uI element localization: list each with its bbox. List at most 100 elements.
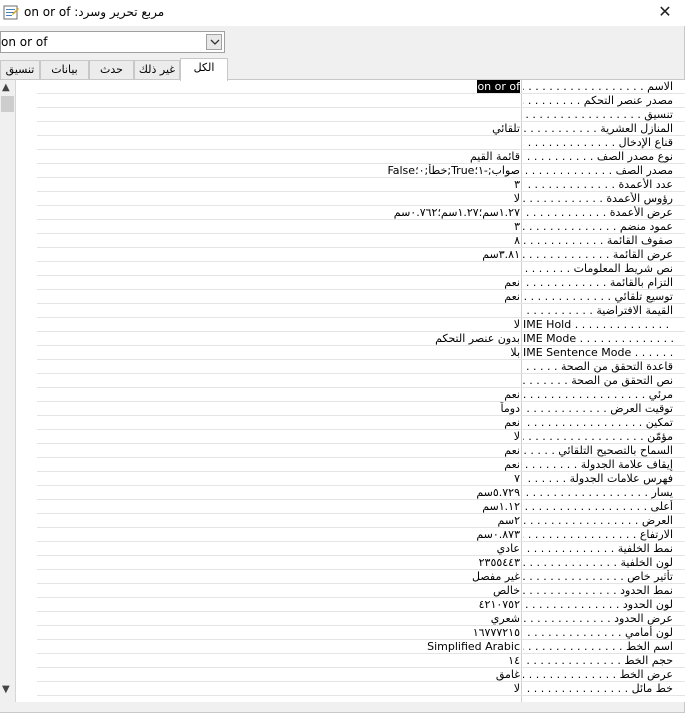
property-value[interactable]: عادي [37,542,521,555]
property-value[interactable]: ٢سم [37,514,521,527]
object-selector[interactable]: on or of [0,31,225,53]
property-row[interactable]: نعم تمكين . . . . . . . . . . . . . . . .… [37,416,685,430]
property-value[interactable]: ٠.٨٧٣سم [37,528,521,541]
property-row[interactable]: لا مؤمّن . . . . . . . . . . . . . . . . … [37,430,685,444]
property-row[interactable]: ٣عدد الأعمدة . . . . . . . . . . . . . .… [37,178,685,192]
property-row[interactable]: ٤٢١٠٧٥٢ لون الحدود . . . . . . . . . . . … [37,598,685,612]
close-icon[interactable]: ✕ [655,2,675,22]
property-value[interactable]: نعم [37,416,521,429]
property-row[interactable]: لاIME Hold . . . . . . . . . . . . . . .… [37,318,685,332]
property-row[interactable]: ١٤حجم الخط . . . . . . . . . . . . . . .… [37,654,685,668]
property-row[interactable]: ١٦٧٧٧٢١٥ لون أمامي . . . . . . . . . . . … [37,626,685,640]
property-row[interactable]: نص التحقق من الصحة . . . . . . . . [37,374,685,388]
property-value[interactable]: ٥.٧٢٩سم [37,486,521,499]
property-value[interactable]: نعم [37,290,521,303]
tab-event[interactable]: حدث [89,60,134,80]
property-value[interactable]: قائمة القيم [37,150,521,163]
property-row[interactable]: خالص نمط الحدود . . . . . . . . . . . . .… [37,584,685,598]
vertical-scrollbar[interactable]: ▲ ▼ [0,80,16,702]
property-row[interactable]: ٨صفوف القائمة . . . . . . . . . . . . . … [37,234,685,248]
property-row[interactable]: غير مفصل تأثير خاص . . . . . . . . . . . … [37,570,685,584]
property-value[interactable]: لا [37,682,521,695]
property-value[interactable]: تلقائي [37,122,521,135]
property-value[interactable]: ٣ [37,220,521,233]
property-value[interactable]: خالص [37,584,521,597]
tab-data[interactable]: بيانات [40,60,89,80]
property-row[interactable]: شعري عرض الحدود . . . . . . . . . . . . .… [37,612,685,626]
property-value[interactable]: ٣.٨١سم [37,248,521,261]
property-value[interactable] [37,360,521,373]
tab-format[interactable]: تنسيق [0,60,40,80]
property-row[interactable]: Simplified Arabic اسم الخط . . . . . . . … [37,640,685,654]
property-row[interactable]: ٢سم العرض . . . . . . . . . . . . . . . .… [37,514,685,528]
property-row[interactable]: on or of الاسم . . . . . . . . . . . . . … [37,80,685,94]
property-value[interactable]: غامق [37,668,521,681]
property-row[interactable]: ١.١٢سم أعلى . . . . . . . . . . . . . . .… [37,500,685,514]
property-row[interactable]: نص شريط المعلومات . . . . . . . . . [37,262,685,276]
property-row[interactable]: نعم السماح بالتصحيح التلقائي . . . . . [37,444,685,458]
property-row[interactable]: ٢٣٥٥٤٤٣ لون الخلفية . . . . . . . . . . .… [37,556,685,570]
property-value[interactable]: ٣ [37,178,521,191]
property-value[interactable] [37,108,521,121]
property-row[interactable]: تنسيق . . . . . . . . . . . . . . . . . … [37,108,685,122]
property-value[interactable]: ١٤ [37,654,521,667]
property-value[interactable]: نعم [37,388,521,401]
property-row[interactable]: عادي نمط الخلفية . . . . . . . . . . . . … [37,542,685,556]
property-value[interactable]: نعم [37,444,521,457]
property-value[interactable]: بدون عنصر التحكم [37,332,521,345]
property-value[interactable] [37,136,521,149]
property-row[interactable]: ٣.٨١سم عرض القائمة . . . . . . . . . . . … [37,248,685,262]
tab-all[interactable]: الكل [180,58,228,81]
property-value[interactable]: ١٦٧٧٧٢١٥ [37,626,521,639]
property-row[interactable]: نعم إيقاف علامة الجدولة . . . . . . . . . [37,458,685,472]
property-row[interactable]: نعم توسيع تلقائي . . . . . . . . . . . . … [37,290,685,304]
property-row[interactable]: قناع الإدخال . . . . . . . . . . . . . .… [37,136,685,150]
property-row[interactable]: نعم التزام بالقائمة . . . . . . . . . . .… [37,276,685,290]
property-row[interactable]: تلقائي المنازل العشرية . . . . . . . . . … [37,122,685,136]
property-value[interactable] [37,374,521,387]
property-row[interactable]: قائمة القيم نوع مصدر الصف . . . . . . . .… [37,150,685,164]
property-value[interactable] [37,94,521,107]
property-value[interactable]: نعم [37,276,521,289]
property-value[interactable]: بلا [37,346,521,359]
property-value[interactable]: ٤٢١٠٧٥٢ [37,598,521,611]
property-value[interactable]: ٢٣٥٥٤٤٣ [37,556,521,569]
property-value[interactable]: on or of [37,80,521,93]
property-value[interactable]: ١.٢٧سم؛١.٢٧سم؛٠.٧٦٢سم [37,206,521,219]
property-row[interactable]: ٥.٧٢٩سم يسار . . . . . . . . . . . . . . … [37,486,685,500]
property-row[interactable]: نعم مرئي . . . . . . . . . . . . . . . . … [37,388,685,402]
property-value[interactable]: ٨ [37,234,521,247]
property-row[interactable]: ٧ فهرس علامات الجدولة . . . . . . . . [37,472,685,486]
scroll-down-icon[interactable]: ▼ [2,684,10,695]
property-value[interactable]: لا [37,430,521,443]
property-row[interactable]: ١.٢٧سم؛١.٢٧سم؛٠.٧٦٢سم عرض الأعمدة . . . .… [37,206,685,220]
property-row[interactable]: دوماً توقيت العرض . . . . . . . . . . . .… [37,402,685,416]
property-row[interactable]: ٠.٨٧٣سم الارتفاع . . . . . . . . . . . . … [37,528,685,542]
property-value[interactable]: لا [37,318,521,331]
chevron-down-icon[interactable] [206,34,222,50]
property-value[interactable]: نعم [37,458,521,471]
property-row[interactable]: صواب;-١؛True;خطأ;٠؛False مصدر الصف . . . … [37,164,685,178]
property-row[interactable]: ٣عمود منضم . . . . . . . . . . . . . . .… [37,220,685,234]
property-value[interactable]: ١.١٢سم [37,500,521,513]
property-row[interactable]: لا خط مائل . . . . . . . . . . . . . . . … [37,682,685,696]
property-row[interactable]: بدون عنصر التحكم IME Mode . . . . . . . .… [37,332,685,346]
property-value[interactable] [37,262,521,275]
property-value[interactable]: غير مفصل [37,570,521,583]
property-value[interactable]: صواب;-١؛True;خطأ;٠؛False [37,164,521,177]
property-row[interactable]: لارؤوس الأعمدة . . . . . . . . . . . . .… [37,192,685,206]
property-value[interactable]: ٧ [37,472,521,485]
property-value[interactable]: شعري [37,612,521,625]
property-row[interactable]: بلاIME Sentence Mode . . . . . . . . . . [37,346,685,360]
property-row[interactable]: قاعدة التحقق من الصحة . . . . . . . [37,360,685,374]
property-value[interactable] [37,304,521,317]
property-value[interactable]: Simplified Arabic [37,640,521,653]
property-row[interactable]: القيمة الافتراضية . . . . . . . . . . . … [37,304,685,318]
property-value[interactable]: دوماً [37,402,521,415]
scroll-thumb[interactable] [1,96,14,112]
scroll-up-icon[interactable]: ▲ [2,82,10,93]
tab-other[interactable]: غير ذلك [134,60,180,80]
property-row[interactable]: غامق عرض الخط . . . . . . . . . . . . . .… [37,668,685,682]
property-row[interactable]: مصدر عنصر التحكم . . . . . . . . . . [37,94,685,108]
property-value[interactable]: لا [37,192,521,205]
